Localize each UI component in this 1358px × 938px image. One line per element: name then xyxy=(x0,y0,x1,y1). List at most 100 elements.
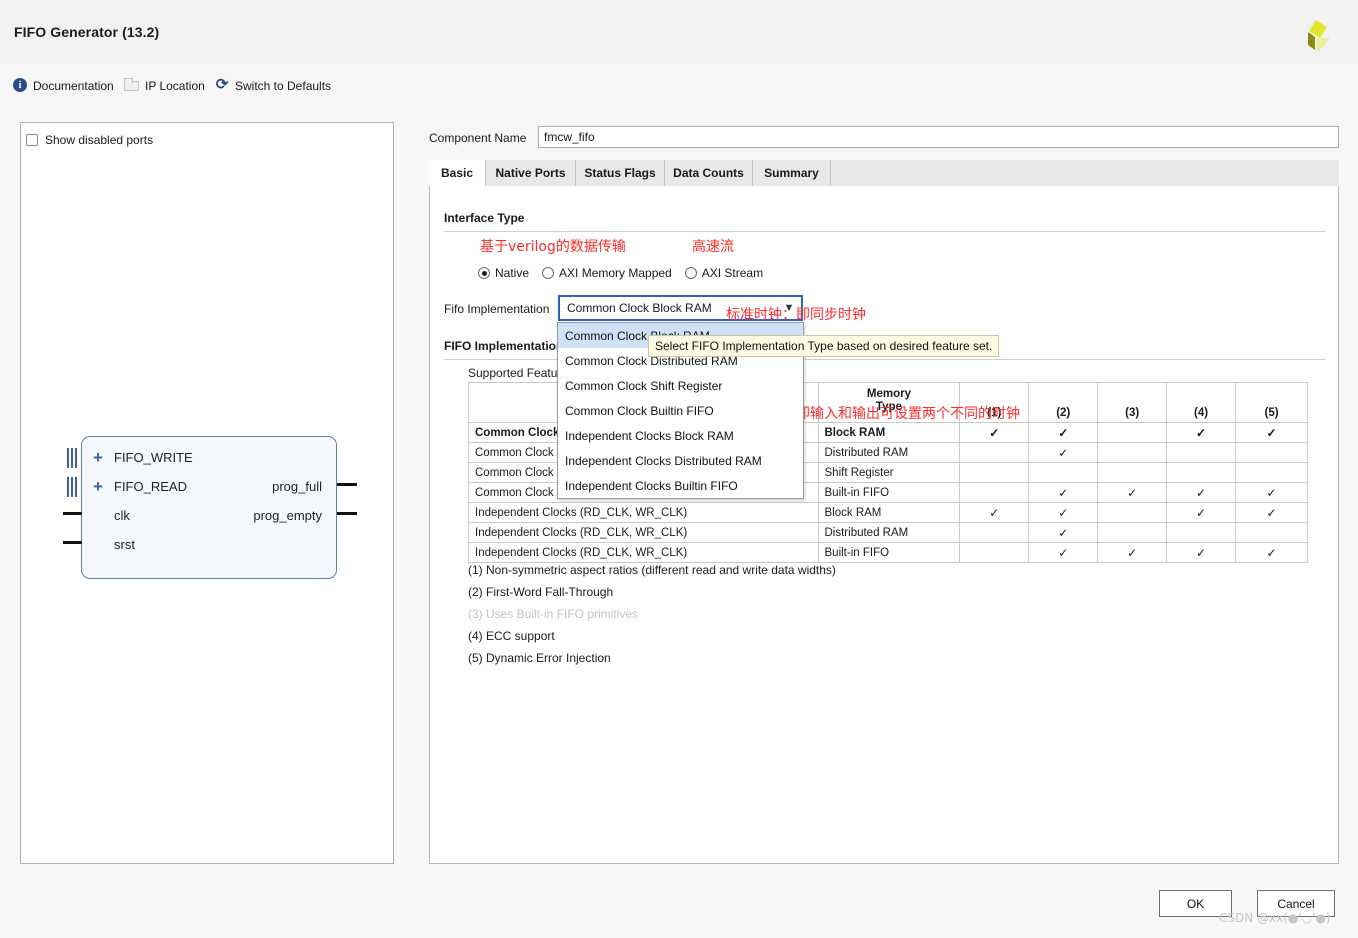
tab-native-ports-label: Native Ports xyxy=(495,166,566,180)
radio-axi-stream[interactable] xyxy=(684,267,697,279)
bus-pin-fifo-write xyxy=(67,448,77,468)
interface-type-title: Interface Type xyxy=(444,211,525,225)
cell-feature-4: ✓ xyxy=(1166,502,1237,523)
table-row[interactable]: Independent Clocks (RD_CLK, WR_CLK) Distr… xyxy=(468,522,1308,543)
interface-type-rule xyxy=(444,231,1325,232)
dropdown-option[interactable]: Common Clock Shift Register xyxy=(558,373,803,398)
table-row[interactable]: Independent Clocks (RD_CLK, WR_CLK) Built… xyxy=(468,542,1308,563)
cell-feature-4 xyxy=(1166,462,1237,483)
documentation-label: Documentation xyxy=(33,78,114,93)
ip-location-label: IP Location xyxy=(145,78,205,93)
cell-feature-3 xyxy=(1097,442,1168,463)
radio-axi-stream-label: AXI Stream xyxy=(701,266,764,280)
cell-feature-4: ✓ xyxy=(1166,542,1237,563)
radio-axi-memory-mapped[interactable] xyxy=(542,267,555,279)
cell-feature-3 xyxy=(1097,522,1168,543)
cell-clocking: Independent Clocks (RD_CLK, WR_CLK) xyxy=(468,542,819,563)
cell-feature-5: ✓ xyxy=(1235,542,1308,563)
annotation-axi-stream: 高速流 xyxy=(692,239,734,255)
cell-feature-2 xyxy=(1028,462,1099,483)
interface-type-radio-group: Native AXI Memory Mapped AXI Stream xyxy=(478,266,776,280)
symbol-preview-panel: Show disabled ports + FIFO_WRITE + FIFO_… xyxy=(20,122,394,864)
footnote-2: (2) First-Word Fall-Through xyxy=(468,585,614,599)
tab-status-flags[interactable]: Status Flags xyxy=(576,160,665,186)
cell-clocking: Independent Clocks (RD_CLK, WR_CLK) xyxy=(468,522,819,543)
component-name-input[interactable] xyxy=(538,126,1339,148)
tab-basic[interactable]: Basic xyxy=(429,160,486,186)
cell-feature-5 xyxy=(1235,462,1308,483)
cell-feature-3 xyxy=(1097,502,1168,523)
port-fifo-write: FIFO_WRITE xyxy=(114,450,193,465)
show-disabled-ports-checkbox[interactable] xyxy=(26,134,38,146)
cell-feature-4 xyxy=(1166,522,1237,543)
basic-tab-panel: Interface Type 基于verilog的数据传输 高速流 Native… xyxy=(429,186,1339,864)
port-fifo-read: FIFO_READ xyxy=(114,479,187,494)
cell-feature-1 xyxy=(959,542,1030,563)
dropdown-option[interactable]: Independent Clocks Distributed RAM xyxy=(558,448,803,473)
cell-feature-2: ✓ xyxy=(1028,502,1099,523)
cell-memory-type: Built-in FIFO xyxy=(817,542,961,563)
documentation-link[interactable]: i Documentation xyxy=(13,74,114,96)
th-note-4: (4) xyxy=(1166,382,1237,423)
radio-axi-memory-mapped-label: AXI Memory Mapped xyxy=(559,266,672,280)
tab-summary-label: Summary xyxy=(764,166,819,180)
cell-feature-2: ✓ xyxy=(1028,422,1099,443)
tab-filler xyxy=(831,160,1339,186)
tab-native-ports[interactable]: Native Ports xyxy=(486,160,576,186)
radio-native-label: Native xyxy=(495,266,530,280)
port-srst: srst xyxy=(114,537,135,552)
radio-native[interactable] xyxy=(478,267,490,279)
bus-pin-fifo-read xyxy=(67,477,77,497)
config-panel: Component Name Basic Native Ports Status… xyxy=(429,122,1339,864)
cell-feature-5 xyxy=(1235,442,1308,463)
dropdown-option[interactable]: Independent Clocks Block RAM xyxy=(558,423,803,448)
cell-feature-4: ✓ xyxy=(1166,422,1237,443)
cell-feature-5: ✓ xyxy=(1235,502,1308,523)
cell-memory-type: Block RAM xyxy=(817,502,961,523)
ip-location-link[interactable]: IP Location xyxy=(124,74,205,96)
show-disabled-ports-row[interactable]: Show disabled ports xyxy=(26,133,153,147)
port-clk: clk xyxy=(114,508,130,523)
th-note-3: (3) xyxy=(1097,382,1168,423)
switch-to-defaults-link[interactable]: ⟳ Switch to Defaults xyxy=(215,74,331,96)
th-note-5: (5) xyxy=(1235,382,1308,423)
page-title: FIFO Generator (13.2) xyxy=(14,24,160,40)
cell-clocking: Independent Clocks (RD_CLK, WR_CLK) xyxy=(468,502,819,523)
table-row[interactable]: Independent Clocks (RD_CLK, WR_CLK) Block… xyxy=(468,502,1308,523)
expand-fifo-write-icon[interactable]: + xyxy=(93,449,103,466)
pin-srst xyxy=(63,541,82,544)
cancel-label: Cancel xyxy=(1277,896,1315,911)
cell-memory-type: Distributed RAM xyxy=(817,522,961,543)
cell-feature-3 xyxy=(1097,462,1168,483)
cell-feature-5: ✓ xyxy=(1235,422,1308,443)
xilinx-logo xyxy=(1308,20,1330,51)
cell-feature-5 xyxy=(1235,522,1308,543)
th-note-2: (2) xyxy=(1028,382,1099,423)
expand-fifo-read-icon[interactable]: + xyxy=(93,478,103,495)
fifo-implementation-combo-label: Fifo Implementation xyxy=(444,302,550,316)
footnote-3: (3) Uses Built-in FIFO primitives xyxy=(468,607,639,621)
cell-feature-1: ✓ xyxy=(959,422,1030,443)
annotation-common-clock: 标准时钟：即同步时钟 xyxy=(726,307,866,323)
component-name-row: Component Name xyxy=(429,126,1339,150)
tab-data-counts[interactable]: Data Counts xyxy=(665,160,753,186)
cell-feature-2: ✓ xyxy=(1028,442,1099,463)
port-prog-full: prog_full xyxy=(272,479,322,494)
port-prog-empty: prog_empty xyxy=(253,508,322,523)
annotation-native: 基于verilog的数据传输 xyxy=(480,239,626,255)
cell-feature-1 xyxy=(959,442,1030,463)
dropdown-option[interactable]: Common Clock Builtin FIFO xyxy=(558,398,803,423)
cell-feature-2: ✓ xyxy=(1028,522,1099,543)
fifo-implementation-section-title: FIFO Implementation xyxy=(444,339,564,353)
cell-feature-1 xyxy=(959,482,1030,503)
tab-data-counts-label: Data Counts xyxy=(673,166,744,180)
cell-feature-1 xyxy=(959,462,1030,483)
dropdown-option[interactable]: Independent Clocks Builtin FIFO xyxy=(558,473,803,498)
cell-feature-5: ✓ xyxy=(1235,482,1308,503)
tab-summary[interactable]: Summary xyxy=(753,160,831,186)
info-icon: i xyxy=(13,78,27,92)
show-disabled-ports-label: Show disabled ports xyxy=(45,133,154,147)
cell-feature-2: ✓ xyxy=(1028,542,1099,563)
link-bar: i Documentation IP Location ⟳ Switch to … xyxy=(0,74,1358,104)
cell-feature-4 xyxy=(1166,442,1237,463)
